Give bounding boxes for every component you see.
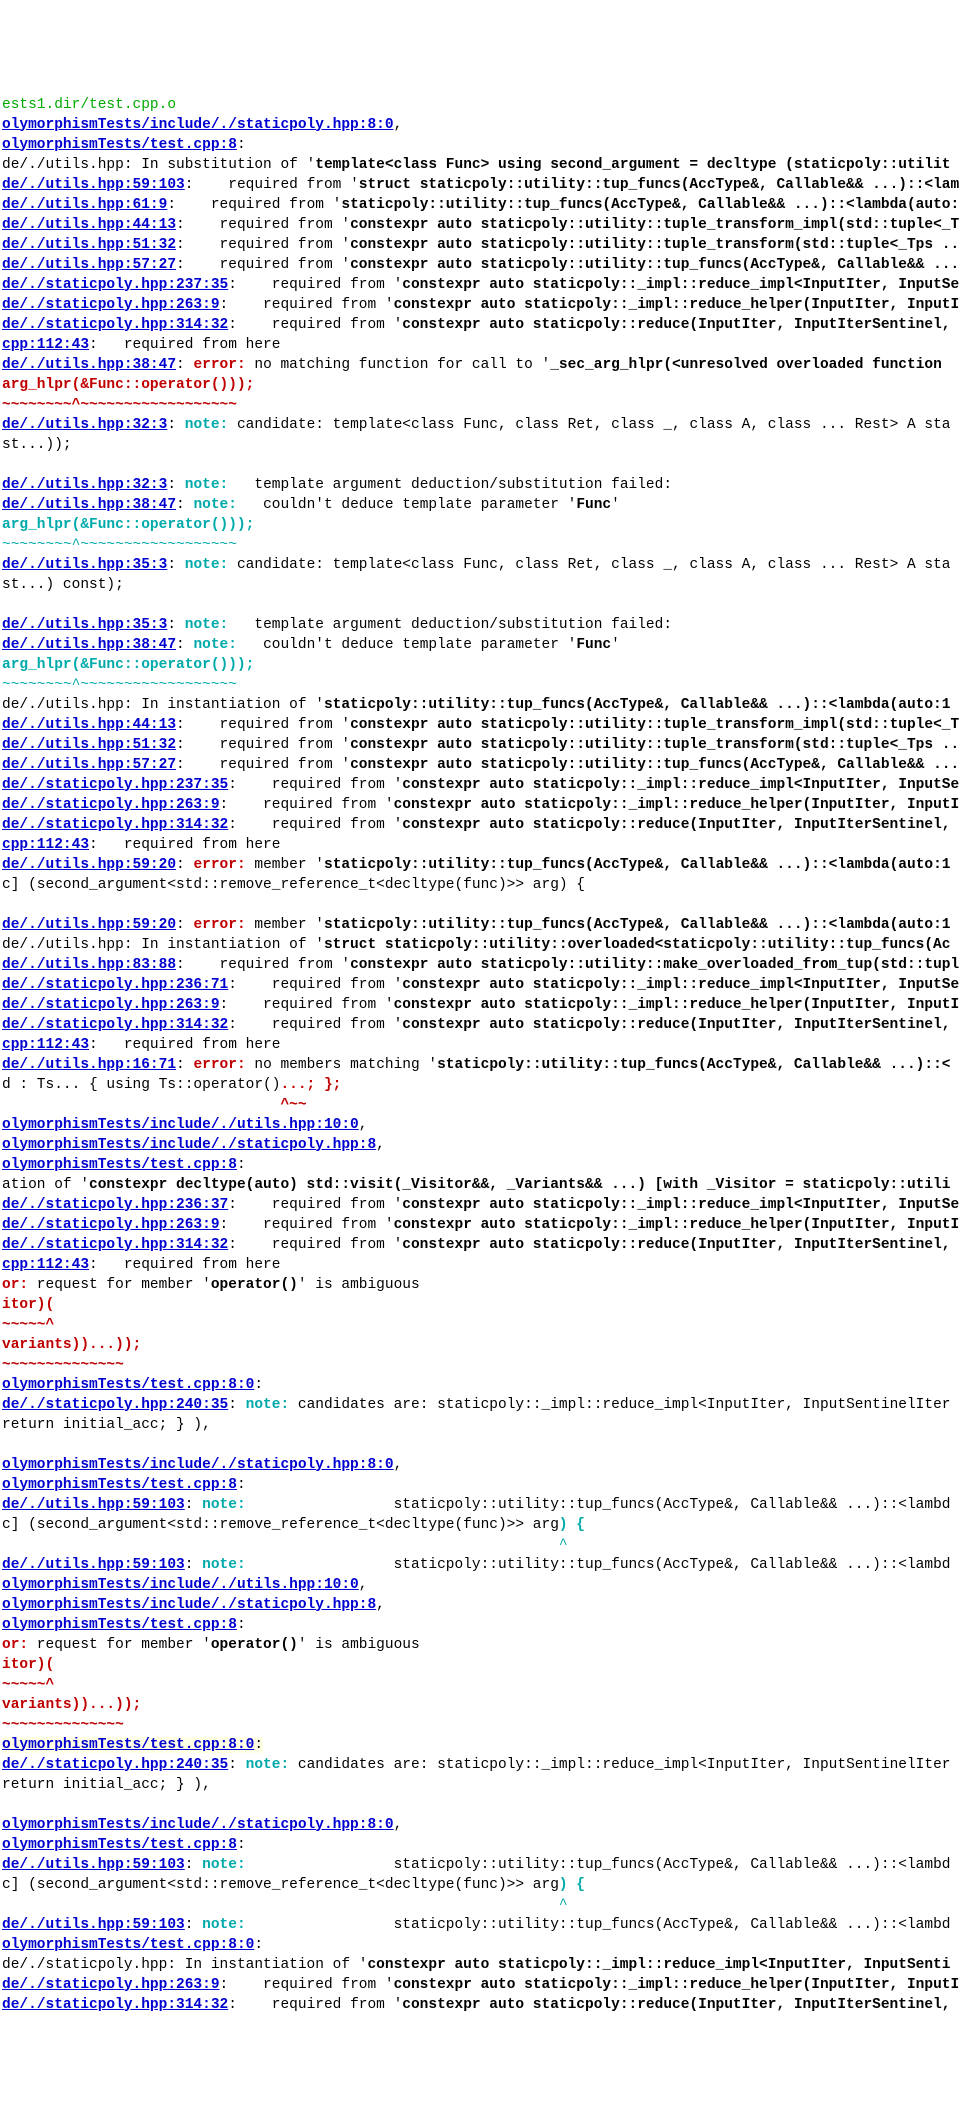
source-link[interactable]: olymorphismTests/test.cpp:8 [2,1617,237,1633]
error-label: error: [185,857,246,873]
object-file-line: ests1.dir/test.cpp.o [2,97,176,113]
source-link[interactable]: de/./utils.hpp:59:103 [2,177,185,193]
source-link[interactable]: de/./utils.hpp:57:27 [2,257,176,273]
source-link[interactable]: de/./utils.hpp:35:3 [2,617,167,633]
source-link[interactable]: de/./utils.hpp:38:47 [2,637,176,653]
source-link[interactable]: de/./utils.hpp:57:27 [2,757,176,773]
source-link[interactable]: de/./staticpoly.hpp:237:35 [2,777,228,793]
note-label: note: [193,1857,245,1873]
source-link[interactable]: de/./staticpoly.hpp:314:32 [2,817,228,833]
source-link[interactable]: de/./staticpoly.hpp:263:9 [2,797,220,813]
source-link[interactable]: de/./utils.hpp:44:13 [2,717,176,733]
error-label: error: [185,1057,246,1073]
note-label: note: [176,417,228,433]
note-label: note: [176,557,228,573]
note-label: note: [176,617,228,633]
note-label: note: [193,1497,245,1513]
source-link[interactable]: olymorphismTests/include/./utils.hpp:10:… [2,1117,359,1133]
source-link[interactable]: olymorphismTests/test.cpp:8:0 [2,1377,254,1393]
source-link[interactable]: de/./staticpoly.hpp:240:35 [2,1397,228,1413]
source-link[interactable]: cpp:112:43 [2,1037,89,1053]
source-link[interactable]: de/./staticpoly.hpp:240:35 [2,1757,228,1773]
error-prefix: or: [2,1277,28,1293]
source-link[interactable]: de/./utils.hpp:35:3 [2,557,167,573]
source-link[interactable]: de/./utils.hpp:51:32 [2,737,176,753]
source-link[interactable]: olymorphismTests/include/./staticpoly.hp… [2,117,394,133]
source-link[interactable]: olymorphismTests/test.cpp:8:0 [2,1937,254,1953]
source-link[interactable]: de/./utils.hpp:59:20 [2,857,176,873]
error-prefix: or: [2,1637,28,1653]
source-link[interactable]: de/./staticpoly.hpp:263:9 [2,297,220,313]
source-link[interactable]: olymorphismTests/test.cpp:8 [2,1157,237,1173]
source-link[interactable]: de/./utils.hpp:32:3 [2,417,167,433]
source-link[interactable]: olymorphismTests/include/./staticpoly.hp… [2,1817,394,1833]
source-link[interactable]: de/./staticpoly.hpp:314:32 [2,1017,228,1033]
source-link[interactable]: de/./staticpoly.hpp:263:9 [2,997,220,1013]
source-link[interactable]: de/./utils.hpp:16:71 [2,1057,176,1073]
source-link[interactable]: olymorphismTests/include/./staticpoly.hp… [2,1457,394,1473]
source-link[interactable]: de/./utils.hpp:59:20 [2,917,176,933]
source-link[interactable]: de/./staticpoly.hpp:314:32 [2,317,228,333]
context-line: ation of 'constexpr decltype(auto) std::… [2,1177,950,1193]
source-link[interactable]: de/./staticpoly.hpp:314:32 [2,1997,228,2013]
source-link[interactable]: olymorphismTests/test.cpp:8 [2,137,237,153]
source-link[interactable]: olymorphismTests/include/./staticpoly.hp… [2,1137,376,1153]
source-link[interactable]: de/./utils.hpp:51:32 [2,237,176,253]
note-label: note: [237,1757,289,1773]
note-label: note: [185,637,237,653]
source-link[interactable]: olymorphismTests/include/./staticpoly.hp… [2,1597,376,1613]
source-link[interactable]: de/./staticpoly.hpp:263:9 [2,1217,220,1233]
source-link[interactable]: de/./utils.hpp:59:103 [2,1857,185,1873]
source-link[interactable]: de/./utils.hpp:44:13 [2,217,176,233]
source-link[interactable]: de/./utils.hpp:59:103 [2,1497,185,1513]
source-link[interactable]: de/./utils.hpp:32:3 [2,477,167,493]
source-link[interactable]: de/./utils.hpp:38:47 [2,357,176,373]
note-label: note: [176,477,228,493]
error-label: error: [185,357,246,373]
note-label: note: [193,1557,245,1573]
source-link[interactable]: de/./utils.hpp:83:88 [2,957,176,973]
source-link[interactable]: de/./staticpoly.hpp:236:37 [2,1197,228,1213]
note-label: note: [185,497,237,513]
source-link[interactable]: olymorphismTests/test.cpp:8 [2,1837,237,1853]
source-link[interactable]: de/./staticpoly.hpp:314:32 [2,1237,228,1253]
context-line: de/./staticpoly.hpp: In instantiation of… [2,1957,950,1973]
source-link[interactable]: cpp:112:43 [2,337,89,353]
source-link[interactable]: de/./utils.hpp:59:103 [2,1917,185,1933]
source-link[interactable]: de/./utils.hpp:59:103 [2,1557,185,1573]
source-link[interactable]: de/./staticpoly.hpp:263:9 [2,1977,220,1993]
note-label: note: [237,1397,289,1413]
context-line: de/./utils.hpp: In instantiation of 'str… [2,937,950,953]
source-link[interactable]: de/./staticpoly.hpp:236:71 [2,977,228,993]
context-line: de/./utils.hpp: In substitution of 'temp… [2,157,950,173]
source-link[interactable]: cpp:112:43 [2,1257,89,1273]
source-link[interactable]: de/./utils.hpp:61:9 [2,197,167,213]
error-label: error: [185,917,246,933]
context-line: de/./utils.hpp: In instantiation of 'sta… [2,697,950,713]
note-label: note: [193,1917,245,1933]
source-link[interactable]: olymorphismTests/include/./utils.hpp:10:… [2,1577,359,1593]
compiler-output: ests1.dir/test.cpp.o olymorphismTests/in… [0,95,979,2015]
source-link[interactable]: cpp:112:43 [2,837,89,853]
source-link[interactable]: olymorphismTests/test.cpp:8:0 [2,1737,254,1753]
source-link[interactable]: de/./utils.hpp:38:47 [2,497,176,513]
source-link[interactable]: olymorphismTests/test.cpp:8 [2,1477,237,1493]
source-link[interactable]: de/./staticpoly.hpp:237:35 [2,277,228,293]
